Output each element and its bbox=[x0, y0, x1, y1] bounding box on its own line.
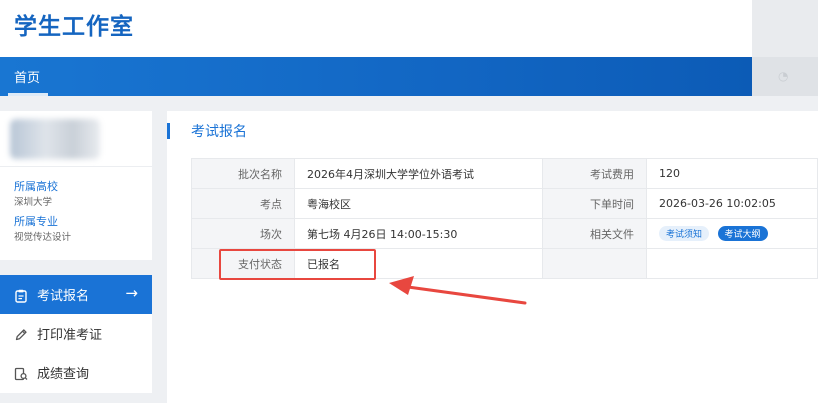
annotation-arrow-icon bbox=[389, 276, 527, 305]
